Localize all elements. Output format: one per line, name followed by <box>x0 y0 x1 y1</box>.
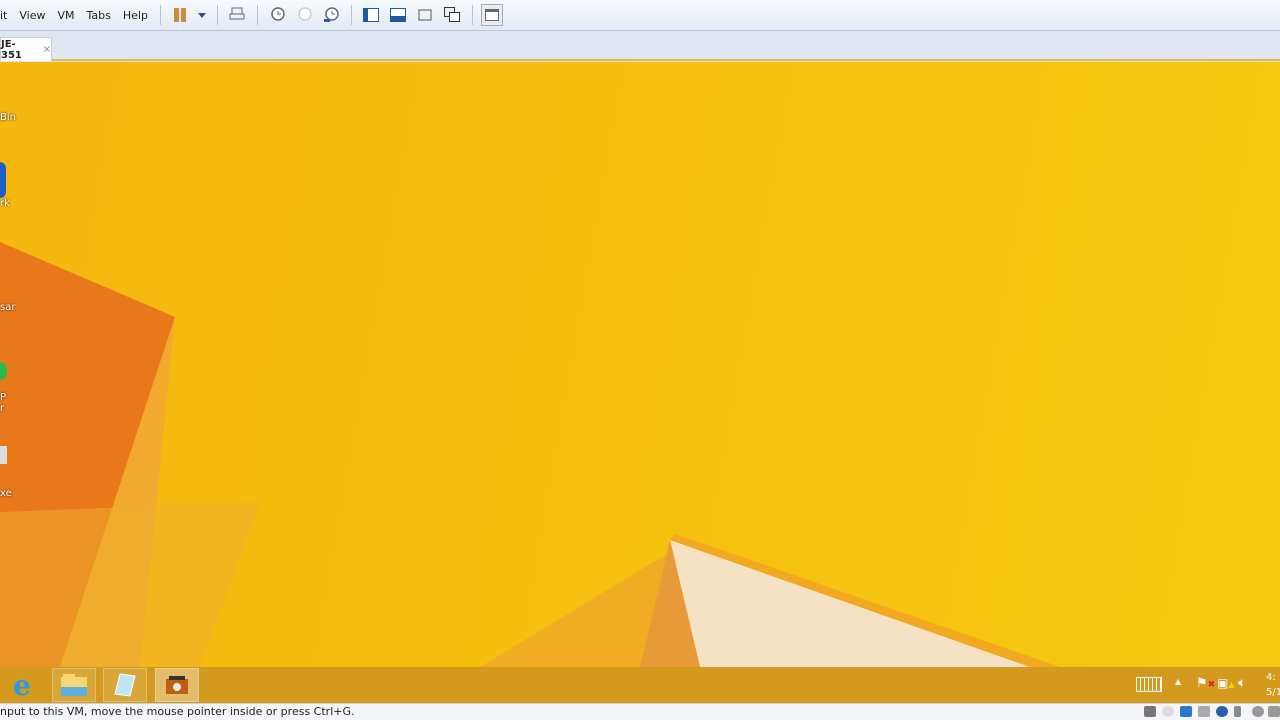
show-hidden-icons-icon[interactable]: ▲ <box>1175 677 1181 686</box>
installer-icon <box>0 446 7 464</box>
app-icon <box>0 362 7 380</box>
taskbar: e ▲ ⚑✖ ▣▲ 🔈︎ 4: 5/1 <box>0 667 1280 703</box>
status-message: nput to this VM, move the mouse pointer … <box>0 705 355 718</box>
icon-label: rk <box>0 198 10 209</box>
internet-explorer-icon: e <box>13 668 31 702</box>
snapshot-manager-icon[interactable] <box>320 4 342 26</box>
action-center-flag-icon[interactable]: ⚑✖ <box>1196 676 1215 691</box>
divider <box>216 5 218 25</box>
notepad-icon <box>114 673 136 697</box>
divider <box>471 5 473 25</box>
menu-tabs[interactable]: Tabs <box>81 9 117 22</box>
clock-date: 5/1 <box>1266 687 1280 698</box>
desktop-icon-network[interactable]: rk <box>0 162 10 209</box>
console-view-icon[interactable] <box>387 4 409 26</box>
sound-card-icon[interactable] <box>1216 706 1228 717</box>
briefcase-icon <box>166 676 188 694</box>
snapshot-revert-icon[interactable] <box>293 4 315 26</box>
network-adapter-icon[interactable] <box>1180 706 1192 717</box>
network-warning-icon[interactable]: ▣▲ <box>1217 676 1235 690</box>
taskbar-active-app[interactable] <box>155 668 199 702</box>
fullscreen-icon[interactable] <box>414 4 436 26</box>
menu-view[interactable]: View <box>13 9 51 22</box>
snapshot-take-icon[interactable] <box>266 4 288 26</box>
menu-bar: it View VM Tabs Help <box>0 0 1280 31</box>
menu-help[interactable]: Help <box>117 9 154 22</box>
desktop-icon-p[interactable]: Pr <box>0 362 7 414</box>
desktop-icon-recycle-bin[interactable]: Bin <box>0 112 16 123</box>
library-icon[interactable] <box>360 4 382 26</box>
volume-icon[interactable]: 🔈︎ <box>1238 675 1246 691</box>
tab-bar: JE-351 × <box>0 31 1280 61</box>
display-icon[interactable] <box>1268 706 1280 717</box>
close-icon[interactable]: × <box>43 44 51 55</box>
divider <box>256 5 258 25</box>
desktop-icon-sar[interactable]: sar <box>0 302 15 313</box>
icon-label: P <box>0 392 7 403</box>
clock[interactable]: 4: 5/1 <box>1266 670 1280 700</box>
send-ctrl-alt-del-icon[interactable] <box>226 4 248 26</box>
icon-label: sar <box>0 302 16 313</box>
network-icon <box>0 162 6 198</box>
menu-edit[interactable]: it <box>0 9 13 22</box>
clock-time: 4: <box>1266 672 1276 683</box>
divider <box>159 5 161 25</box>
usb-icon[interactable] <box>1234 706 1241 717</box>
chevron-down-icon[interactable] <box>196 4 208 26</box>
status-bar: nput to this VM, move the mouse pointer … <box>0 703 1280 720</box>
taskbar-notepad[interactable] <box>103 668 147 702</box>
taskbar-internet-explorer[interactable]: e <box>0 668 44 702</box>
keyboard-icon[interactable] <box>1136 677 1162 692</box>
vm-desktop[interactable]: Bin rk sar Pr xe <box>0 62 1280 667</box>
icon-label: Bin <box>0 112 16 123</box>
folder-icon <box>61 674 87 696</box>
hard-disk-icon[interactable] <box>1144 706 1156 717</box>
tab-label: JE-351 <box>1 38 22 61</box>
thumbnail-view-icon[interactable] <box>481 4 504 26</box>
webcam-icon[interactable] <box>1252 706 1264 717</box>
icon-label: xe <box>0 488 12 499</box>
pause-icon[interactable] <box>169 4 191 26</box>
divider <box>350 5 352 25</box>
desktop-icon-exe[interactable]: xe <box>0 446 12 499</box>
menu-vm[interactable]: VM <box>51 9 80 22</box>
printer-icon[interactable] <box>1198 706 1210 717</box>
wallpaper <box>0 242 1060 667</box>
taskbar-file-explorer[interactable] <box>52 668 96 702</box>
unity-icon[interactable] <box>441 4 463 26</box>
cd-drive-icon[interactable] <box>1162 706 1174 717</box>
tab-vm[interactable]: JE-351 × <box>0 37 52 61</box>
icon-label: r <box>0 403 5 414</box>
